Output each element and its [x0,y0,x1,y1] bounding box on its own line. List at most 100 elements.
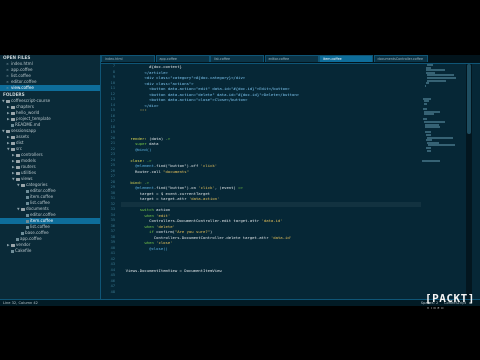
close-icon[interactable]: × [6,62,9,66]
code-token: close: [130,157,145,163]
minimap-line [428,144,455,147]
vertical-scrollbar[interactable] [466,64,472,299]
folder-icon [11,105,15,109]
folder-icon [11,135,15,139]
open-file-label: editor.coffee [10,79,37,84]
close-icon[interactable]: × [6,86,9,90]
close-icon[interactable]: × [6,80,9,84]
code-token: switch [139,207,154,212]
code-token: "Are you sure?" [174,229,211,234]
code-token: @close() [149,245,168,251]
tree-item-label: utilities [21,170,37,175]
folder-icon [16,153,20,157]
status-bar: Line 32, Column 42 Spaces: 2 CoffeeScrip… [0,299,480,306]
minimap[interactable] [421,64,463,299]
code-token: @bind() [135,146,152,152]
code-token: <div class="actions"> [121,80,194,86]
minimap-line [427,149,431,152]
folder-icon [16,177,20,181]
code-token: , (event) [214,185,239,190]
folder-icon [16,159,20,163]
minimap-line [422,159,441,162]
tree-item-label: vendor [16,242,31,247]
code-token: 'delete' [156,223,175,229]
code-token: when [144,223,154,229]
code-token: 'click' [200,163,218,168]
tree-item-label: list.coffee [30,200,50,205]
code-token: """ [121,108,147,113]
code-token: <button data-action="delete" data-id="#{… [121,91,300,97]
tree-item-label: editor.coffee [30,212,56,217]
code-area[interactable]: #{doc.content} </article> <div class="ca… [121,64,421,299]
editor-tab[interactable]: list.coffee [210,55,264,62]
open-file-label: view.coffee [10,85,34,90]
tree-item-label: src [16,146,22,151]
open-file-label: index.html [10,61,33,66]
tree-item-label: chapters [16,104,34,109]
code-token: Controllers.DocumentController.edit targ… [121,218,262,223]
code-token: <button data-action="edit" data-id="#{do… [121,86,290,91]
code-token: 'data-id' [270,234,293,240]
tree-item-label: assets [16,134,30,139]
code-line[interactable] [121,290,421,296]
tree-file[interactable]: Cakefile [0,248,100,254]
folder-icon [21,183,25,187]
code-token: Router.call [121,168,164,174]
folder-icon [16,165,20,169]
code-token: <button data-action="close">Close</butto… [121,97,248,102]
tree-item-label: item.coffee [30,218,54,223]
video-letterbox [0,313,480,360]
code-token: Controllers.DocumentController.delete ta… [121,234,271,240]
code-token: -> [146,157,152,163]
line-number-gutter: 7 8 9 10 11 12 13 14 15 16 17 18 19 20 21 22 23 24 25 26 27 2… [101,64,117,299]
editor-tab[interactable]: item.coffee [319,55,373,62]
code-token: 'close' [156,240,173,245]
tab-bar: index.html app.coffee list.coffee editor.co… [101,55,480,64]
editor-window: OPEN FILES × index.html × app.coffee × list.c… [0,55,480,306]
scrollbar-thumb[interactable] [467,64,471,134]
close-icon[interactable]: × [6,74,9,78]
tree-item-label: app.coffee [20,236,42,241]
code-token: Views.DocumentItemView = DocumentItemVie… [121,267,222,273]
code-token: "documents" [163,168,189,174]
code-token: -> [144,179,150,185]
editor-tab[interactable]: app.coffee [155,55,210,62]
editor-tab[interactable]: documentsController.coffee [373,55,428,62]
code-token: when [144,240,154,245]
code-token: <div class="category">#{doc.category}</d… [121,75,246,80]
code-editor[interactable]: 7 8 9 10 11 12 13 14 15 16 17 18 19 20 21 22 23 24 25 26 27 2… [101,64,421,299]
folder-tree: ▼ coffeescript-course ▶ chapters ▶ hello_worl… [0,98,100,254]
editor-tab[interactable]: editor.coffee [264,55,319,62]
tree-item-label: item.coffee [30,194,54,199]
tree-item-label: dist [16,140,24,145]
open-file-label: app.coffee [10,67,33,72]
code-token: render: [130,135,147,141]
file-icon [26,225,29,229]
folder-icon [6,99,10,103]
logo-subtitle: V I D E O [427,306,444,310]
file-icon [26,189,29,193]
open-file-item[interactable]: × view.coffee [0,85,100,91]
logo-wordmark: [PACKT] [425,292,475,305]
open-files-list: × index.html × app.coffee × list.coffee × edito… [0,61,100,91]
code-token: ) [210,229,213,234]
tree-item-label: project_template [16,116,51,121]
file-icon [26,213,29,217]
file-icon [26,195,29,199]
tree-item-label: categories [26,182,48,187]
close-icon[interactable]: × [6,68,9,72]
code-token: #{doc.content} [121,64,182,69]
tree-item-label: controllers [21,152,43,157]
code-token: 'edit' [156,212,171,218]
editor-tab[interactable]: index.html [101,55,155,62]
file-icon [21,231,24,235]
